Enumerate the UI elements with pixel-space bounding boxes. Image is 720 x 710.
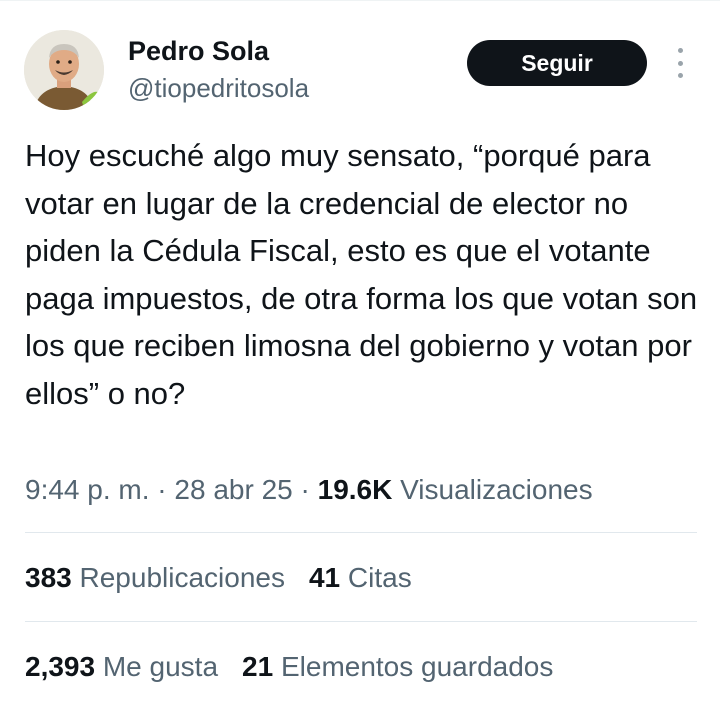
author-handle[interactable]: @tiopedritosola — [128, 72, 309, 104]
quotes-label: Citas — [347, 562, 412, 593]
bookmarks-label: Elementos guardados — [280, 651, 554, 682]
author-name[interactable]: Pedro Sola — [128, 34, 269, 68]
reposts-link[interactable]: 383 Republicaciones — [25, 562, 285, 593]
dot — [677, 48, 683, 53]
quotes-count: 41 — [308, 562, 341, 593]
tweet-text: Hoy escuché algo muy sensato, “porqué pa… — [25, 138, 698, 411]
bookmarks-link[interactable]: 21 Elementos guardados — [242, 651, 553, 682]
follow-button[interactable]: Seguir — [467, 40, 647, 86]
reposts-count: 383 — [25, 562, 72, 593]
tweet-time[interactable]: 9:44 p. m. — [25, 474, 150, 505]
dot — [677, 60, 683, 66]
engagement-row-2: 2,393 Me gusta 21 Elementos guardados — [25, 649, 553, 685]
likes-link[interactable]: 2,393 Me gusta — [25, 651, 218, 682]
quotes-link[interactable]: 41 Citas — [309, 562, 412, 593]
engagement-row-1: 383 Republicaciones 41 Citas — [25, 560, 412, 596]
tweet-date[interactable]: 28 abr 25 — [174, 474, 292, 505]
views-label: Visualizaciones — [400, 474, 593, 505]
reposts-label: Republicaciones — [79, 562, 285, 593]
separator: · — [157, 474, 167, 505]
avatar[interactable] — [24, 30, 104, 110]
divider — [25, 621, 697, 622]
divider — [25, 532, 697, 533]
top-border — [0, 0, 720, 1]
separator: · — [300, 474, 310, 505]
bookmarks-count: 21 — [242, 651, 274, 682]
tweet-meta: 9:44 p. m. · 28 abr 25 · 19.6K Visualiza… — [25, 472, 593, 508]
more-vertical-icon[interactable] — [669, 48, 691, 78]
likes-count: 2,393 — [25, 651, 96, 682]
avatar-image — [24, 30, 104, 110]
likes-label: Me gusta — [102, 651, 219, 682]
views-count: 19.6K — [317, 474, 393, 505]
dot — [677, 73, 683, 78]
